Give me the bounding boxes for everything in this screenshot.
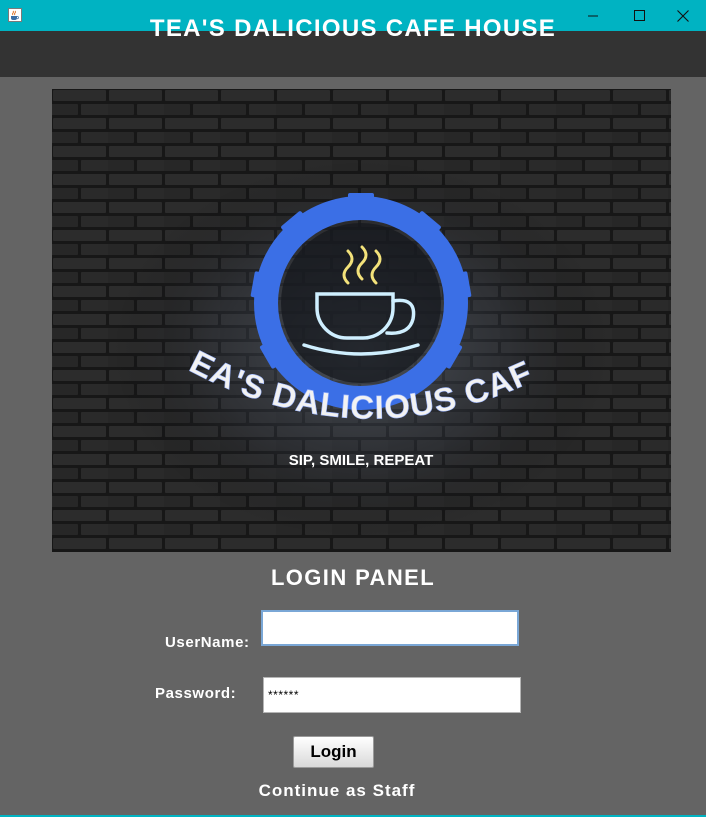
username-field[interactable] [261,610,519,646]
password-field[interactable] [263,677,521,713]
banner-logo-tagline: SIP, SMILE, REPEAT [289,452,433,469]
login-panel-heading: LOGIN PANEL [270,565,436,590]
cafe-banner-image: TEA'S DALICIOUS CAFE SIP, SMILE, REPEAT [52,89,671,552]
login-button[interactable]: Login [293,736,374,768]
continue-as-staff-link[interactable]: Continue as Staff [0,779,674,803]
app-title: TEA'S DALICIOUS CAFE HOUSE [149,15,557,42]
username-label: UserName: [165,634,250,651]
password-label: Password: [155,685,237,702]
